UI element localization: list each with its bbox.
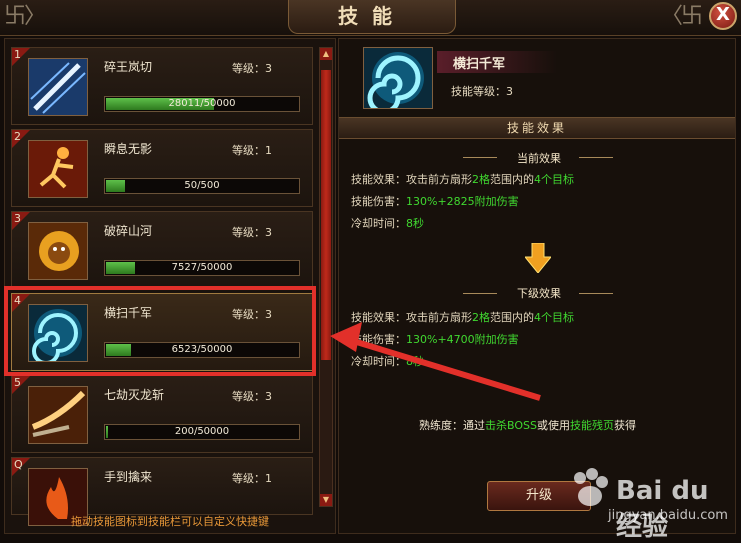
proficiency-text: 熟练度：通过击杀BOSS或使用技能残页获得 <box>419 417 636 433</box>
proficiency-bar-text: 50/500 <box>184 180 220 191</box>
proficiency-suffix: 获得 <box>613 419 636 432</box>
next-damage: 技能伤害：130%+4700附加伤害 <box>351 331 519 347</box>
proficiency-bar-text: 200/50000 <box>174 426 230 437</box>
proficiency-bar: 7527/50000 <box>104 260 300 276</box>
close-button[interactable]: X <box>709 2 737 30</box>
dash-runner-icon[interactable] <box>28 140 88 198</box>
drag-hint-text: 拖动技能图标到技能栏可以自定义快捷键 <box>71 515 269 528</box>
next-effect-title: 下级效果 <box>517 287 561 300</box>
scroll-up-button[interactable]: ▲ <box>320 48 332 60</box>
scroll-down-button[interactable]: ▼ <box>320 494 332 506</box>
damage-value: 130%+4700附加伤害 <box>406 333 519 346</box>
blade-strike-icon[interactable] <box>28 58 88 116</box>
effect-mid: 范围内的 <box>490 311 534 324</box>
selected-skill-level: 技能等级：3 <box>451 85 513 98</box>
effect-label: 技能效果：攻击前方扇形 <box>351 173 472 186</box>
cooldown-value: 8秒 <box>406 355 424 368</box>
skill-level: 等级：1 <box>232 472 272 485</box>
proficiency-method-page: 技能残页 <box>569 419 614 432</box>
current-damage: 技能伤害：130%+2825附加伤害 <box>351 193 519 209</box>
proficiency-prefix: 熟练度：通过 <box>419 419 485 432</box>
current-cooldown: 冷却时间：8秒 <box>351 215 424 231</box>
scrollbar[interactable]: ▲ ▼ <box>319 47 333 507</box>
paw-logo-icon <box>574 468 608 506</box>
effect-range: 2格 <box>472 311 490 324</box>
divider <box>579 157 613 158</box>
skill-name: 手到擒来 <box>104 470 153 484</box>
skill-row[interactable]: Q 手到擒来 等级：1 <box>11 457 313 526</box>
skill-level: 等级：3 <box>232 62 272 75</box>
proficiency-mid: 或使用 <box>536 419 570 432</box>
scroll-thumb[interactable] <box>321 70 331 360</box>
skill-name: 破碎山河 <box>104 224 153 238</box>
damage-value: 130%+2825附加伤害 <box>406 195 519 208</box>
proficiency-bar: 50/500 <box>104 178 300 194</box>
next-effect-desc: 技能效果：攻击前方扇形2格范围内的4个目标 <box>351 309 574 325</box>
next-cooldown: 冷却时间：8秒 <box>351 353 424 369</box>
skill-level: 等级：3 <box>232 390 272 403</box>
proficiency-method-boss: 击杀BOSS <box>485 419 537 432</box>
skill-row[interactable]: 5 七劫灭龙斩 等级：3 200/50000 <box>11 375 313 453</box>
skill-row[interactable]: 2 瞬息无影 等级：1 50/500 <box>11 129 313 207</box>
skill-name: 碎王岚切 <box>104 60 153 74</box>
skill-row[interactable]: 1 碎王岚切 等级：3 28011/50000 <box>11 47 313 125</box>
skill-row[interactable]: 3 破碎山河 等级：3 7527/50000 <box>11 211 313 289</box>
effect-label: 技能效果：攻击前方扇形 <box>351 311 472 324</box>
watermark-url: jingyan.baidu.com <box>608 508 728 523</box>
proficiency-bar: 28011/50000 <box>104 96 300 112</box>
damage-label: 技能伤害： <box>351 333 406 346</box>
cooldown-label: 冷却时间： <box>351 217 406 230</box>
arrow-down-icon <box>525 243 551 273</box>
skill-level: 等级：1 <box>232 144 272 157</box>
proficiency-bar: 200/50000 <box>104 424 300 440</box>
watermark: Bai du 经验 jingyan.baidu.com <box>566 458 736 542</box>
effect-mid: 范围内的 <box>490 173 534 186</box>
effect-range: 2格 <box>472 173 490 186</box>
selected-skill-name: 横扫千军 <box>453 57 506 72</box>
effect-targets: 4个目标 <box>534 311 574 324</box>
lion-fire-icon[interactable] <box>28 222 88 280</box>
skill-name: 瞬息无影 <box>104 142 153 156</box>
window-title: 技能 <box>288 0 456 34</box>
title-bar: 卐〉 技能 〈卐 X <box>0 0 741 36</box>
title-ornament-right-icon: 〈卐 <box>660 4 703 29</box>
current-effect-desc: 技能效果：攻击前方扇形2格范围内的4个目标 <box>351 171 574 187</box>
effect-targets: 4个目标 <box>534 173 574 186</box>
dragon-slash-icon[interactable] <box>28 386 88 444</box>
cooldown-value: 8秒 <box>406 217 424 230</box>
title-ornament-left-icon: 卐〉 <box>4 4 46 29</box>
blue-vortex-icon <box>363 47 433 115</box>
skill-effect-header: 技能效果 <box>339 117 735 139</box>
cooldown-label: 冷却时间： <box>351 355 406 368</box>
annotation-highlight-box <box>4 286 316 376</box>
skill-level: 等级：3 <box>232 226 272 239</box>
current-effect-title: 当前效果 <box>517 152 561 165</box>
skill-name: 七劫灭龙斩 <box>104 388 165 402</box>
proficiency-bar-text: 28011/50000 <box>168 98 236 109</box>
proficiency-bar-text: 7527/50000 <box>171 262 233 273</box>
damage-label: 技能伤害： <box>351 195 406 208</box>
divider <box>579 293 613 294</box>
